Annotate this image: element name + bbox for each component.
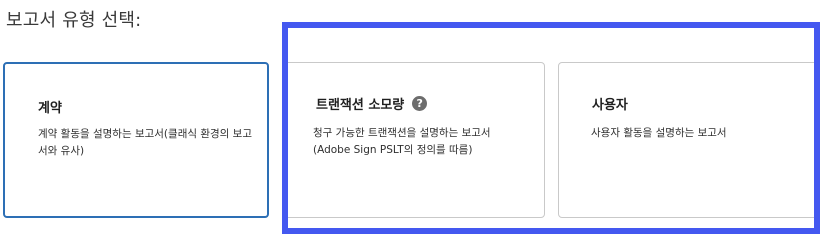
help-icon[interactable]: ? (412, 96, 428, 111)
report-card-transaction-description: 청구 가능한 트랜잭션을 설명하는 보고서 (Adobe Sign PSLT의 … (313, 127, 491, 156)
report-card-contract[interactable]: 계약 계약 활동을 설명하는 보고서(클래식 환경의 보고서와 유사) (3, 62, 269, 218)
report-card-contract-title: 계약 (38, 97, 62, 116)
report-card-transaction-title-text: 트랜잭션 소모량 (316, 98, 405, 113)
report-card-contract-description: 계약 활동을 설명하는 보고서(클래식 환경의 보고서와 유사) (38, 128, 252, 157)
report-card-users-title-text: 사용자 (592, 98, 628, 113)
report-card-transaction-title: 트랜잭션 소모량 ? (316, 94, 428, 113)
report-card-transaction-consumption[interactable]: 트랜잭션 소모량 ? 청구 가능한 트랜잭션을 설명하는 보고서 (Adobe … (283, 62, 545, 218)
report-card-contract-title-text: 계약 (38, 101, 62, 116)
report-card-users-title: 사용자 (592, 94, 628, 113)
report-card-users[interactable]: 사용자 사용자 활동을 설명하는 보고서 (558, 62, 820, 218)
report-type-heading: 보고서 유형 선택: (6, 10, 142, 31)
report-card-users-description: 사용자 활동을 설명하는 보고서 (591, 127, 727, 139)
